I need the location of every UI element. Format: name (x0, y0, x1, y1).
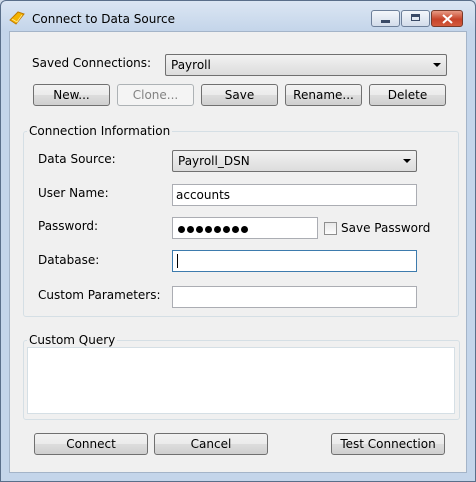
password-mask (178, 222, 250, 236)
database-label: Database: (38, 253, 100, 267)
password-dot (196, 226, 203, 233)
saved-connections-value: Payroll (171, 58, 211, 72)
custom-query-textarea[interactable] (27, 347, 455, 414)
connection-info-title: Connection Information (27, 124, 173, 138)
data-source-label: Data Source: (38, 152, 116, 166)
new-button[interactable]: New... (33, 84, 110, 106)
rename-button[interactable]: Rename... (285, 84, 362, 106)
saved-connections-label: Saved Connections: (32, 56, 152, 70)
clone-button[interactable]: Clone... (117, 84, 194, 106)
password-dot (178, 226, 185, 233)
dialog-body: Saved Connections: Payroll New... Clone.… (9, 31, 467, 473)
custom-params-label: Custom Parameters: (38, 288, 161, 302)
password-dot (187, 226, 194, 233)
dropdown-arrow-icon (403, 159, 411, 163)
password-dot (232, 226, 239, 233)
close-icon (442, 14, 453, 24)
maximize-button[interactable] (401, 10, 430, 27)
password-label: Password: (38, 219, 99, 233)
data-source-value: Payroll_DSN (178, 154, 250, 168)
delete-button[interactable]: Delete (369, 84, 446, 106)
username-field[interactable]: accounts (172, 184, 417, 206)
password-dot (205, 226, 212, 233)
save-button[interactable]: Save (201, 84, 278, 106)
dialog-window: Connect to Data Source Saved Connections… (0, 0, 476, 482)
password-dot (223, 226, 230, 233)
test-connection-button[interactable]: Test Connection (331, 433, 445, 455)
password-dot (214, 226, 221, 233)
password-dot (241, 226, 248, 233)
save-password-label: Save Password (341, 221, 431, 235)
password-field[interactable] (172, 217, 318, 239)
window-title: Connect to Data Source (32, 12, 175, 26)
saved-connections-dropdown[interactable]: Payroll (165, 54, 447, 76)
app-icon (9, 11, 25, 25)
custom-params-field[interactable] (172, 286, 417, 308)
minimize-button[interactable] (371, 10, 400, 27)
cancel-button[interactable]: Cancel (154, 433, 268, 455)
text-caret (177, 254, 178, 268)
dropdown-arrow-icon (433, 63, 441, 67)
close-button[interactable] (431, 10, 463, 27)
username-value: accounts (176, 188, 231, 202)
custom-query-title: Custom Query (27, 333, 118, 347)
connect-button[interactable]: Connect (34, 433, 148, 455)
username-label: User Name: (38, 186, 109, 200)
title-bar[interactable]: Connect to Data Source (1, 1, 475, 31)
database-field[interactable] (172, 250, 417, 272)
data-source-dropdown[interactable]: Payroll_DSN (172, 150, 417, 172)
save-password-checkbox[interactable] (324, 222, 337, 235)
